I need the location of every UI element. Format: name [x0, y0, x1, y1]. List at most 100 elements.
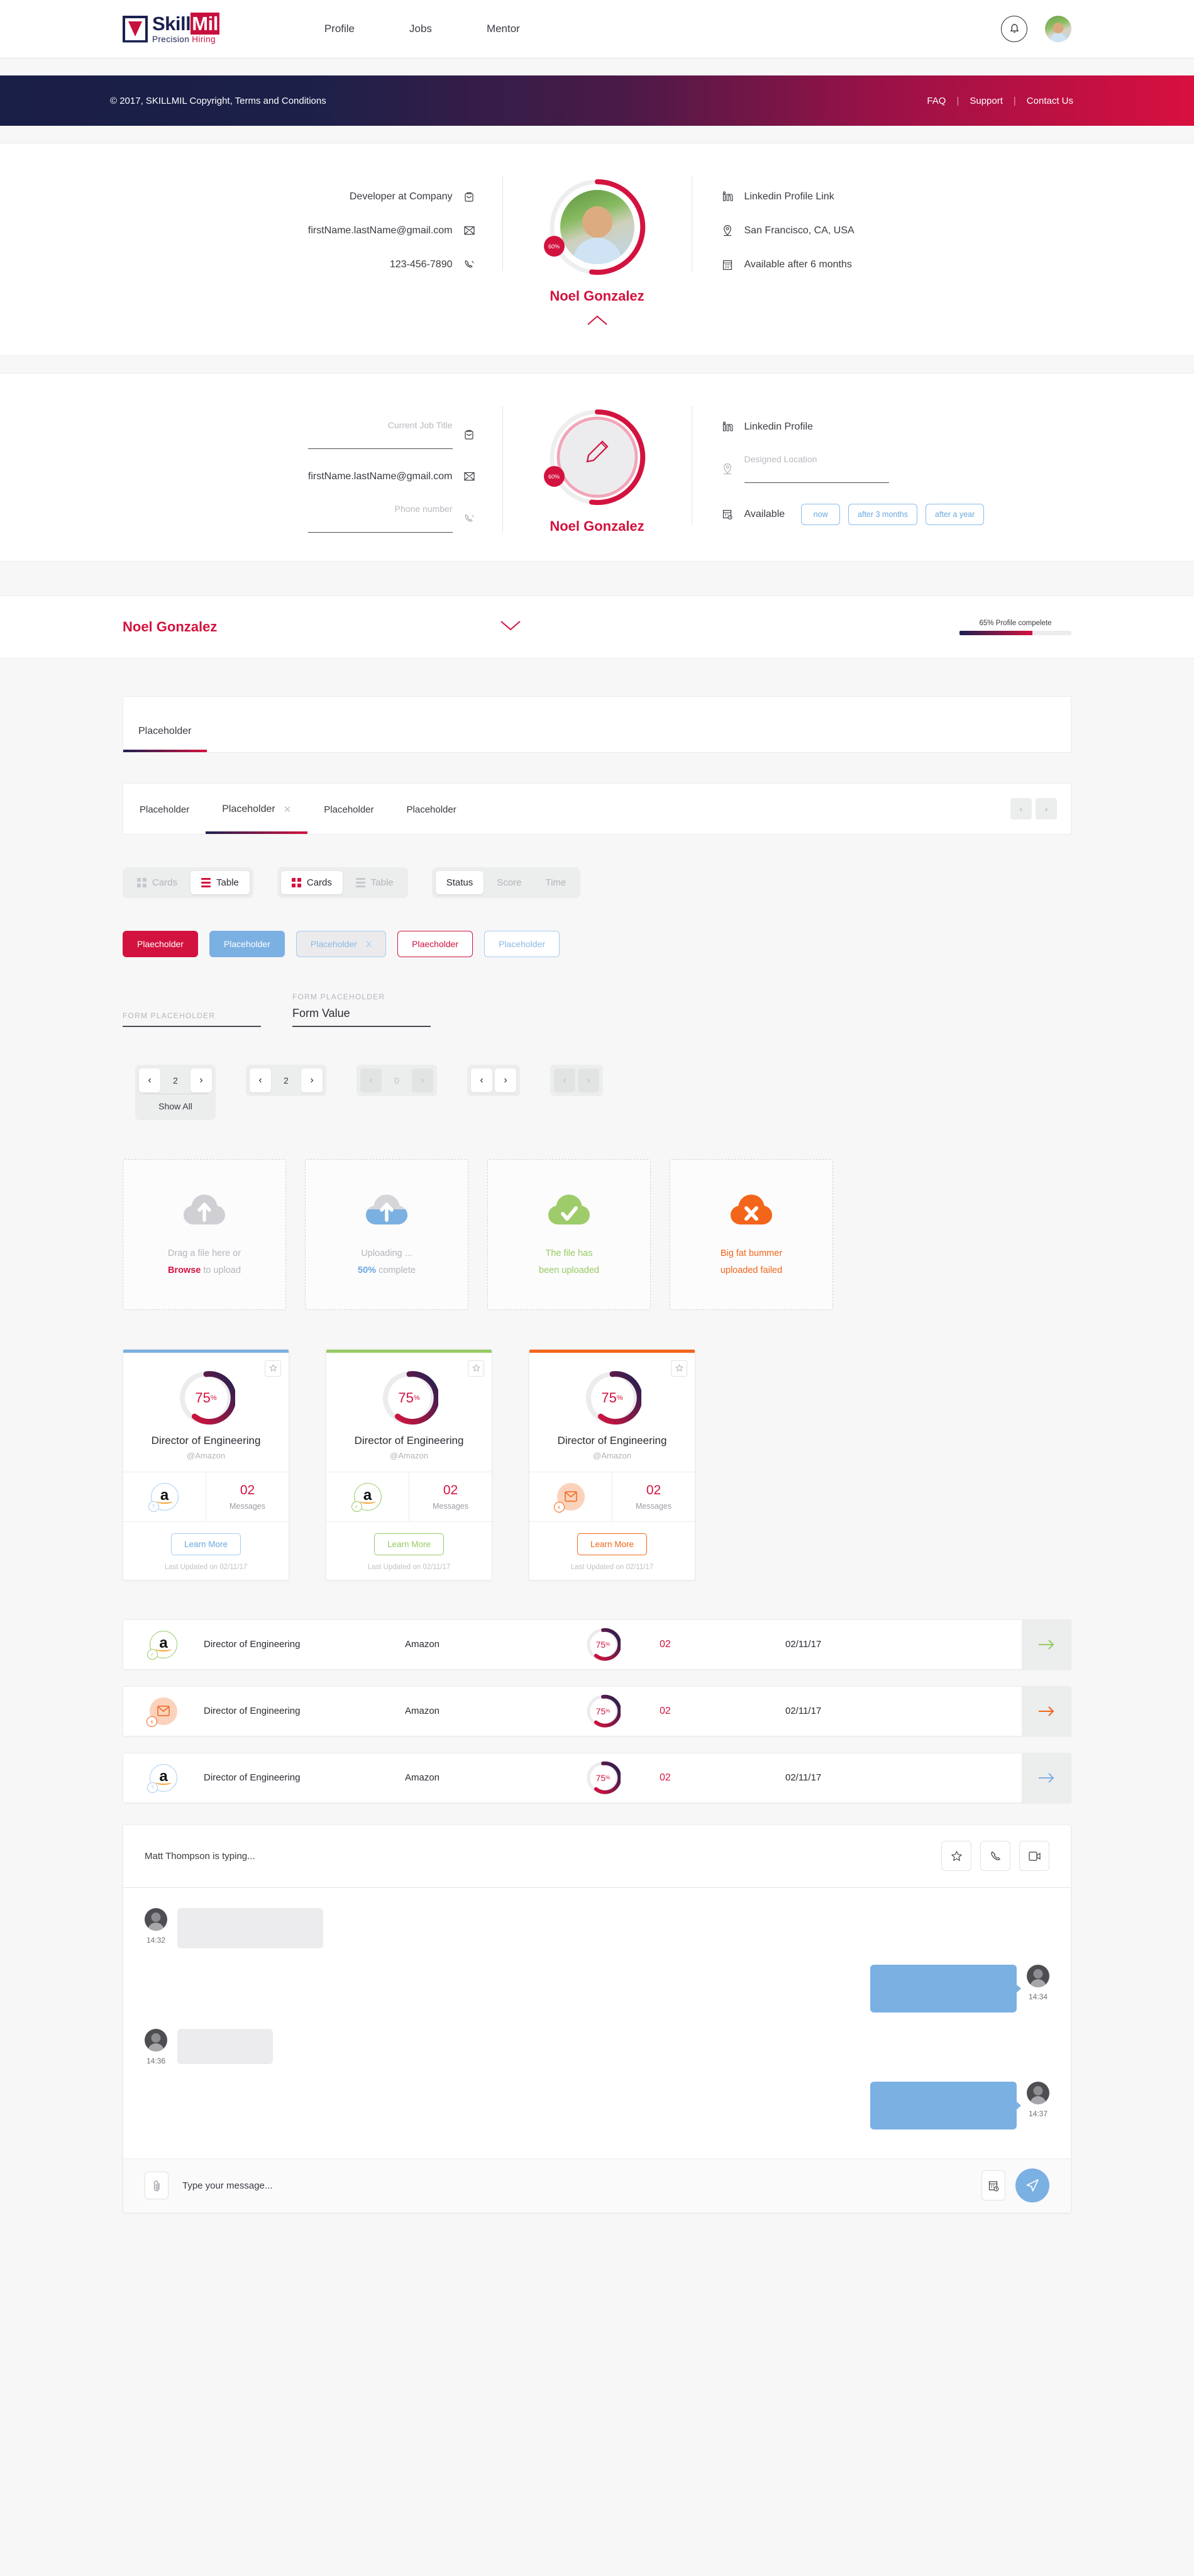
tab-placeholder-3[interactable]: Placeholder: [307, 784, 390, 834]
favorite-button[interactable]: [671, 1360, 687, 1377]
send-message-button[interactable]: [1015, 2168, 1049, 2203]
table-row-2-percent-unit: %: [605, 1708, 611, 1714]
job-card-1[interactable]: 75% Director of Engineering @Amazon a ? …: [123, 1348, 289, 1580]
chat-bubble[interactable]: [177, 2028, 273, 2064]
tab-placeholder-1[interactable]: Placeholder: [123, 784, 206, 834]
table-row[interactable]: a ✓ Director of Engineering Amazon 75% 0…: [123, 1619, 1071, 1670]
table-row-3-percent-unit: %: [605, 1775, 611, 1781]
segment-cards-1[interactable]: Cards: [126, 871, 188, 894]
upload-dropzone-idle[interactable]: Drag a file here or Browse to upload: [123, 1158, 286, 1310]
briefcase-icon: [463, 428, 476, 441]
tab-label-2: Placeholder: [222, 804, 275, 814]
pager-with-showall: ‹ 2 › Show All: [135, 1064, 216, 1120]
upload-success-line2: been uploaded: [539, 1265, 599, 1275]
footer-link-contact[interactable]: Contact Us: [1016, 96, 1084, 106]
form-field-empty-underline[interactable]: [123, 1026, 261, 1027]
chat-video-button[interactable]: [1019, 1841, 1049, 1872]
job-card-3[interactable]: 75% Director of Engineering @Amazon x 02: [529, 1348, 695, 1580]
pager-2-next[interactable]: ›: [301, 1068, 323, 1092]
table-row-3-donut-cell: 75%: [546, 1760, 660, 1796]
table-row-3-open-button[interactable]: [1022, 1753, 1071, 1802]
segment-status[interactable]: Status: [435, 871, 484, 894]
favorite-button[interactable]: [265, 1360, 281, 1377]
chat-bubble[interactable]: [870, 1964, 1017, 2012]
footer-link-faq[interactable]: FAQ: [916, 96, 956, 106]
segment-cards-2[interactable]: Cards: [280, 871, 343, 894]
expand-chevron-down-icon[interactable]: [500, 620, 521, 635]
nav-item-jobs[interactable]: Jobs: [408, 19, 433, 39]
tab-placeholder-2[interactable]: Placeholder ✕: [206, 784, 308, 834]
chat-bubble[interactable]: [870, 2081, 1017, 2129]
match-donut-2: 75%: [380, 1369, 439, 1427]
pill-outline-blue[interactable]: Placeholder: [484, 931, 560, 957]
job-card-2-cta[interactable]: Learn More: [373, 1533, 445, 1555]
pager-1-next[interactable]: ›: [191, 1068, 212, 1092]
pager-4-prev[interactable]: ‹: [471, 1068, 492, 1092]
tab-placeholder-4[interactable]: Placeholder: [390, 784, 473, 834]
job-card-1-company: @Amazon: [187, 1450, 225, 1460]
chat-message-them-2: 14:36: [145, 2028, 1049, 2065]
close-icon[interactable]: X: [366, 939, 372, 949]
notifications-button[interactable]: [1001, 16, 1027, 42]
table-row-1-open-button[interactable]: [1022, 1619, 1071, 1669]
pager-1-show-all[interactable]: Show All: [135, 1093, 216, 1120]
nav-item-mentor[interactable]: Mentor: [485, 19, 521, 39]
edit-linkedin-row[interactable]: Linkedin Profile: [721, 420, 997, 433]
pill-solid-red[interactable]: Plaecholder: [123, 931, 198, 957]
tab-label-3: Placeholder: [324, 804, 374, 815]
pill-removable[interactable]: Placeholder X: [296, 931, 387, 957]
edit-email-value[interactable]: firstName.lastName@gmail.com: [308, 471, 453, 482]
job-card-1-cta[interactable]: Learn More: [170, 1533, 241, 1555]
edit-location-input[interactable]: [744, 467, 889, 483]
pager-4-next[interactable]: ›: [495, 1068, 516, 1092]
availability-option-a-year[interactable]: after a year: [926, 504, 985, 525]
close-icon[interactable]: ✕: [284, 804, 292, 815]
job-card-2[interactable]: 75% Director of Engineering @Amazon a ✓ …: [326, 1348, 492, 1580]
table-row[interactable]: x Director of Engineering Amazon 75% 02: [123, 1685, 1071, 1736]
pill-outline-red[interactable]: Plaecholder: [397, 931, 473, 957]
components-content: Placeholder Placeholder Placeholder ✕ Pl…: [0, 658, 1194, 2282]
segment-score[interactable]: Score: [486, 871, 532, 894]
pager-3-next: ›: [412, 1068, 433, 1092]
tabs-prev-button[interactable]: ‹: [1010, 798, 1032, 819]
pill-solid-blue[interactable]: Placeholder: [209, 931, 285, 957]
chat-bubble[interactable]: [177, 1907, 323, 1948]
table-row-2-open-button[interactable]: [1022, 1686, 1071, 1736]
tab-placeholder-single[interactable]: Placeholder: [123, 726, 207, 752]
form-field-filled-value[interactable]: Form Value: [292, 1007, 431, 1020]
footer-bar: © 2017, SKILLMIL Copyright, Terms and Co…: [0, 75, 1194, 126]
attach-file-button[interactable]: [145, 2172, 169, 2200]
chat-call-button[interactable]: [980, 1841, 1010, 1872]
match-donut: 75%: [585, 1627, 622, 1662]
job-card-3-cta[interactable]: Learn More: [577, 1533, 648, 1555]
avatar[interactable]: [1045, 16, 1071, 42]
availability-option-3-months[interactable]: after 3 months: [848, 504, 918, 525]
footer-link-support[interactable]: Support: [959, 96, 1014, 106]
edit-job-title-input[interactable]: [307, 433, 453, 449]
form-field-filled-underline: [292, 1026, 431, 1027]
segment-table-1[interactable]: Table: [191, 871, 250, 894]
segment-time[interactable]: Time: [534, 871, 577, 894]
edit-phone-input[interactable]: [307, 516, 453, 533]
segment-table-2[interactable]: Table: [345, 871, 404, 894]
table-row[interactable]: a ? Director of Engineering Amazon 75% 0…: [123, 1752, 1071, 1803]
schedule-button[interactable]: [981, 2170, 1005, 2201]
pager-2-prev[interactable]: ‹: [250, 1068, 271, 1092]
nav-item-profile[interactable]: Profile: [323, 19, 356, 39]
collapse-chevron-up-icon[interactable]: [587, 314, 608, 329]
chat-message-input[interactable]: [182, 2180, 981, 2191]
pager-1-prev[interactable]: ‹: [139, 1068, 160, 1092]
availability-option-now[interactable]: now: [801, 504, 841, 525]
copyright-text: © 2017, SKILLMIL Copyright, Terms and Co…: [110, 95, 326, 106]
skillmil-logo[interactable]: SkillMil Precision Hiring: [123, 13, 219, 44]
phone-icon: [990, 1851, 1000, 1860]
profile-linkedin-row[interactable]: Linkedin Profile Link: [721, 190, 997, 203]
profile-photo-edit-placeholder[interactable]: [560, 420, 634, 494]
pager-5-next: ›: [578, 1068, 599, 1092]
tabs-next-button[interactable]: ›: [1036, 798, 1057, 819]
match-donut: 75%: [585, 1760, 622, 1796]
chat-favorite-button[interactable]: [941, 1841, 971, 1872]
upload-uploading-line2-rest: complete: [376, 1265, 416, 1275]
favorite-button[interactable]: [468, 1360, 484, 1377]
upload-browse-link[interactable]: Browse: [168, 1265, 201, 1275]
